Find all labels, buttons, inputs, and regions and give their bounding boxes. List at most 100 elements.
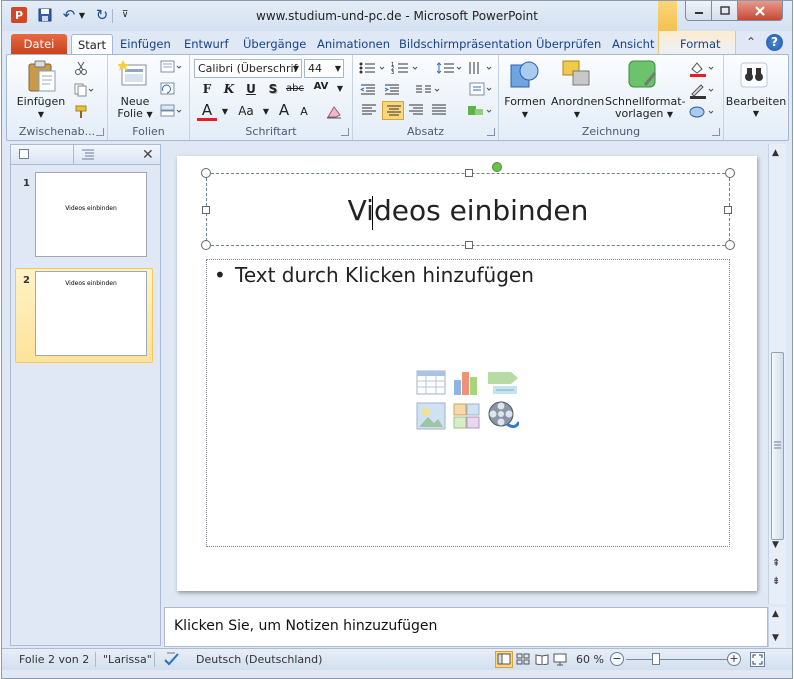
font-color-button[interactable]: A [197,101,217,121]
scroll-up-arrow-icon[interactable]: ▲ [772,609,779,619]
dialog-launcher-icon[interactable] [96,128,104,136]
quick-styles-icon[interactable] [627,59,659,94]
tab-start[interactable]: Start [71,34,113,55]
dialog-launcher-icon[interactable] [712,128,720,136]
editing-button[interactable]: Bearbeiten [724,96,788,108]
spell-check-icon[interactable] [163,651,181,670]
arrange-icon[interactable] [561,59,593,94]
paste-dropdown-icon[interactable]: ▼ [33,109,49,121]
resize-handle[interactable] [725,168,735,178]
resize-handle[interactable] [465,241,473,249]
font-name-combo[interactable]: Calibri (Überschrif ▼ [194,59,302,78]
collapse-ribbon-icon[interactable]: ⌃ [746,35,756,49]
section-icon[interactable] [160,104,182,121]
theme-name[interactable]: "Larissa" [103,653,152,666]
zoom-slider-thumb[interactable] [652,653,660,665]
language-indicator[interactable]: Deutsch (Deutschland) [196,653,322,666]
normal-view-button[interactable] [495,651,513,668]
shadow-button[interactable]: S [263,80,283,98]
notes-placeholder[interactable]: Klicken Sie, um Notizen hinzuzufügen [174,618,437,634]
zoom-level[interactable]: 60 % [576,653,604,666]
cut-icon[interactable] [74,61,88,78]
resize-handle[interactable] [465,169,473,177]
quick-styles-button[interactable]: vorlagen ▼ [605,108,683,121]
text-direction-icon[interactable] [467,61,495,78]
slide-title[interactable]: Videos einbinden [207,194,729,227]
line-spacing-icon[interactable] [436,61,463,78]
shapes-button[interactable]: Formen [499,96,551,108]
strikethrough-button[interactable]: abc [285,80,305,98]
close-icon[interactable]: ✕ [142,147,154,163]
grow-font-button[interactable]: A [274,101,294,119]
insert-picture-icon[interactable] [416,402,446,433]
slide-canvas[interactable]: Videos einbinden • Text durch Klicken hi… [177,156,757,591]
font-size-combo[interactable]: 44 ▼ [304,59,344,78]
tab-format[interactable]: Format [674,34,727,55]
binoculars-icon[interactable] [738,59,770,92]
scroll-down-arrow-icon[interactable]: ▼ [772,540,779,550]
align-center-button[interactable] [382,101,404,120]
outline-tab-icon[interactable] [81,148,95,163]
content-placeholder-text[interactable]: Text durch Klicken hinzufügen [235,263,534,287]
shapes-icon[interactable] [509,59,541,94]
next-slide-icon[interactable]: ⇟ [772,576,780,587]
maximize-button[interactable] [711,1,738,21]
tab-uebergaenge[interactable]: Übergänge [237,34,312,55]
resize-handle[interactable] [201,240,211,250]
content-placeholder[interactable]: • Text durch Klicken hinzufügen [206,259,730,547]
fit-to-window-button[interactable] [750,652,765,667]
slide-thumbnail-2[interactable]: Videos einbinden [35,271,147,356]
paste-icon[interactable] [26,59,58,96]
previous-slide-icon[interactable]: ⇞ [772,558,780,569]
format-painter-icon[interactable] [74,105,90,122]
tab-ansicht[interactable]: Ansicht [606,34,660,55]
chevron-down-icon[interactable]: ▼ [330,80,350,98]
chevron-down-icon[interactable]: ▼ [569,109,585,121]
bullets-icon[interactable] [358,61,388,78]
shape-effects-icon[interactable] [689,105,717,122]
align-right-icon[interactable] [408,104,424,119]
dialog-launcher-icon[interactable] [341,128,349,136]
slide-counter[interactable]: Folie 2 von 2 [19,653,89,666]
tab-einfuegen[interactable]: Einfügen [114,34,177,55]
resize-handle[interactable] [725,240,735,250]
columns-icon[interactable] [415,84,443,99]
reading-view-icon[interactable] [535,653,549,668]
chevron-down-icon[interactable]: ▼ [517,109,533,121]
shape-fill-icon[interactable] [689,61,717,80]
help-icon[interactable]: ? [766,34,783,51]
copy-icon[interactable] [74,83,94,100]
scroll-down-arrow-icon[interactable]: ▼ [772,633,779,643]
slideshow-icon[interactable] [553,653,567,669]
insert-table-icon[interactable] [416,370,446,398]
new-slide-icon[interactable] [117,59,148,92]
insert-smartart-icon[interactable] [487,370,519,398]
close-button[interactable] [737,1,783,21]
character-spacing-button[interactable]: AV [311,78,331,96]
decrease-indent-icon[interactable] [359,84,376,99]
layout-icon[interactable] [160,60,182,77]
scrollbar-thumb[interactable] [771,352,784,540]
slide-thumbnail-1[interactable]: Videos einbinden [35,172,147,257]
tab-entwurf[interactable]: Entwurf [178,34,235,55]
zoom-out-button[interactable]: − [610,652,624,666]
minimize-button[interactable] [685,1,712,21]
align-left-icon[interactable] [361,104,377,119]
tab-ueberpruefen[interactable]: Überprüfen [530,34,607,55]
shrink-font-button[interactable]: A [294,103,314,121]
slides-tab-icon[interactable] [19,149,29,159]
insert-media-icon[interactable] [487,400,521,435]
justify-icon[interactable] [431,104,447,119]
vertical-scrollbar[interactable]: ▲ ▼ ⇞ ⇟ [768,144,786,604]
clear-formatting-icon[interactable] [326,105,342,122]
scroll-up-arrow-icon[interactable]: ▲ [772,148,779,158]
tab-datei[interactable]: Datei [11,34,67,55]
resize-handle[interactable] [201,168,211,178]
paste-button[interactable]: Einfügen [15,96,67,108]
insert-chart-icon[interactable] [452,368,482,399]
tab-animationen[interactable]: Animationen [311,34,396,55]
increase-indent-icon[interactable] [384,84,400,99]
notes-scrollbar[interactable]: ▲ ▼ [768,607,786,647]
bold-button[interactable]: F [197,80,217,98]
align-text-icon[interactable] [469,82,495,99]
